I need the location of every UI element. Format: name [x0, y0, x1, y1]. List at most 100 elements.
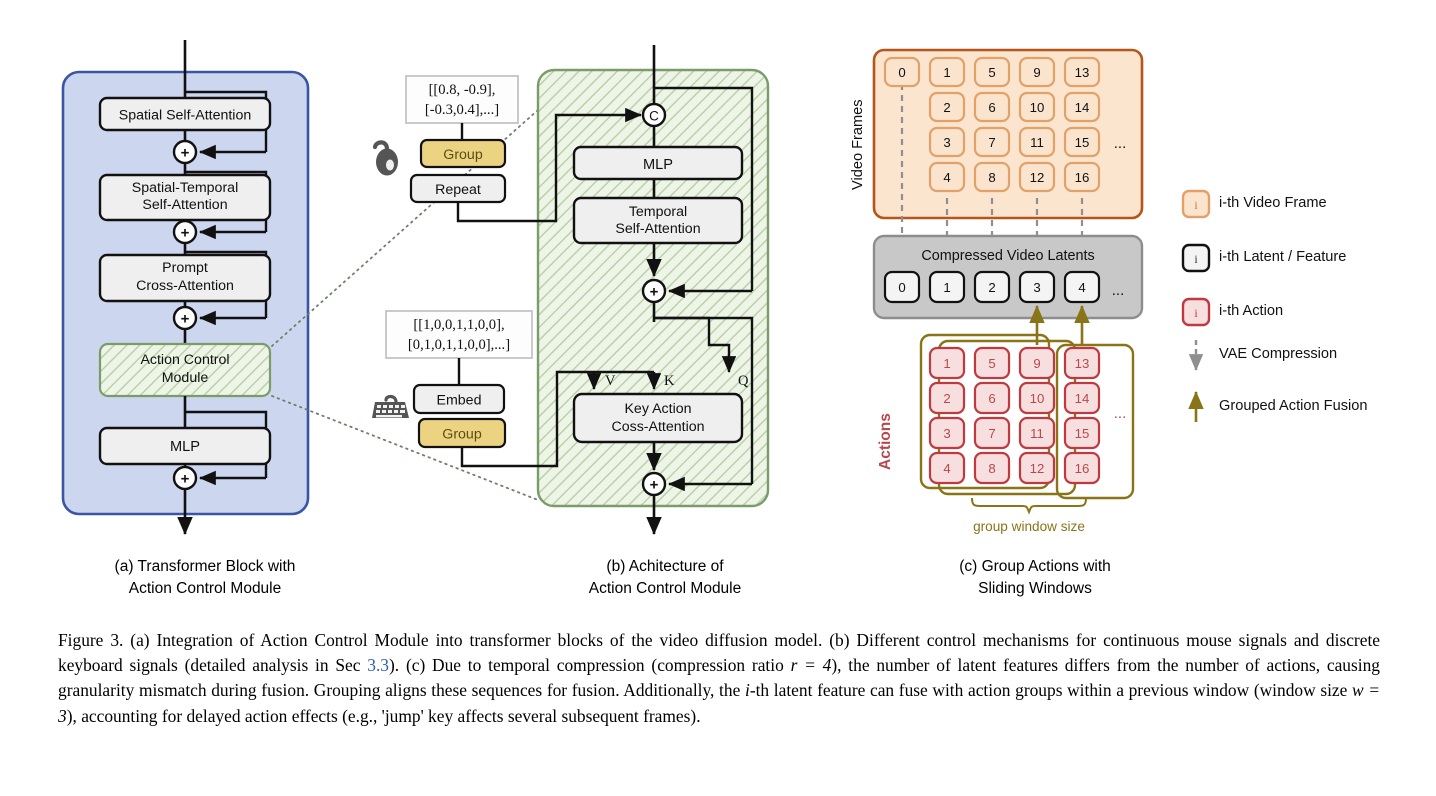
caption-section-link[interactable]: 3.3	[367, 655, 389, 675]
frame-cell-7: 7	[988, 135, 995, 150]
keyboard-array-line1: [[1,0,0,1,1,0,0],	[413, 317, 504, 333]
mouse-array-line1: [[0.8, -0.9],	[429, 82, 496, 98]
keyboard-embed-label: Embed	[437, 393, 482, 409]
frame-cell-1: 1	[943, 65, 950, 80]
plus-icon-a1: +	[181, 145, 190, 162]
panel-b-caption: (b) Achitecture of Action Control Module	[500, 556, 830, 600]
plus-icon-a2: +	[181, 225, 190, 242]
action-cell-14: 14	[1075, 391, 1090, 406]
v-label: V	[605, 373, 616, 389]
latent-cell-4: 4	[1078, 280, 1085, 295]
panel-b-caption-line2: Action Control Module	[588, 580, 742, 597]
action-cell-16: 16	[1075, 461, 1090, 476]
block-kaca-label2: Coss-Attention	[611, 419, 704, 435]
video-frames-label: Video Frames	[850, 99, 866, 190]
block-tsa-label2: Self-Attention	[615, 221, 700, 237]
latents-ellipsis: ...	[1112, 282, 1125, 299]
group-window-label: group window size	[973, 519, 1085, 534]
plus-icon-b1: +	[650, 284, 659, 301]
legend: i i i	[1181, 189, 1211, 422]
action-cell-12: 12	[1030, 461, 1045, 476]
actions-label: Actions	[877, 413, 894, 470]
block-prompt-label1: Prompt	[162, 260, 208, 276]
legend-label-grouped-action-fusion: Grouped Action Fusion	[1219, 398, 1368, 414]
frame-cell-5: 5	[988, 65, 995, 80]
legend-label-vae-compression: VAE Compression	[1219, 346, 1338, 362]
panel-c-caption-line1: (c) Group Actions with	[959, 558, 1111, 575]
mouse-group-label: Group	[443, 147, 483, 163]
action-cell-6: 6	[988, 391, 995, 406]
block-st-label2: Self-Attention	[142, 197, 227, 213]
action-cell-15: 15	[1075, 426, 1090, 441]
keyboard-icon	[372, 394, 409, 418]
frame-cell-14: 14	[1075, 100, 1090, 115]
action-cell-5: 5	[988, 356, 995, 371]
frame-cell-12: 12	[1030, 170, 1045, 185]
caption-part-5: ), accounting for delayed action effects…	[66, 705, 701, 726]
frame-cell-2: 2	[943, 100, 950, 115]
mouse-array-line2: [-0.3,0.4],...]	[425, 102, 499, 118]
panel-a: Spatial Self-Attention + Spatial-Tempora…	[61, 40, 310, 536]
panel-c: Video Frames 0 1 2 3 4 5 6 7 8 9 10 11 1…	[850, 48, 1144, 534]
action-cell-10: 10	[1030, 391, 1045, 406]
figure-caption: Figure 3. (a) Integration of Action Cont…	[58, 628, 1380, 729]
action-cells: 1 2 3 4 5 6 7 8 9 10 11 12 13 14 15 16 .…	[928, 346, 1127, 485]
actions-ellipsis: ...	[1114, 405, 1127, 422]
caption-part-4: -th latent feature can fuse with action …	[749, 680, 1353, 701]
group-window-brace	[971, 497, 1087, 515]
block-tsa-label1: Temporal	[629, 204, 687, 220]
action-cell-9: 9	[1033, 356, 1040, 371]
panel-c-caption-line2: Sliding Windows	[978, 580, 1092, 597]
figure-root: Spatial Self-Attention + Spatial-Tempora…	[0, 0, 1436, 796]
caption-math-r: r = 4	[790, 655, 832, 676]
frame-cell-8: 8	[988, 170, 995, 185]
frame-cell-4: 4	[943, 170, 950, 185]
mouse-icon	[372, 140, 398, 176]
concat-symbol: C	[649, 109, 659, 124]
action-cell-3: 3	[943, 426, 950, 441]
frame-cell-16: 16	[1075, 170, 1090, 185]
action-cell-11: 11	[1030, 426, 1044, 441]
plus-icon-a4: +	[181, 471, 190, 488]
action-cell-8: 8	[988, 461, 995, 476]
latent-cell-2: 2	[988, 280, 995, 295]
keyboard-group-label: Group	[442, 427, 482, 443]
frames-ellipsis: ...	[1114, 135, 1127, 152]
frame-cell-13: 13	[1075, 65, 1090, 80]
action-cell-13: 13	[1075, 356, 1090, 371]
block-mlp-a-label: MLP	[170, 439, 200, 455]
block-kaca-label1: Key Action	[624, 401, 691, 417]
panel-b: [[0.8, -0.9], [-0.3,0.4],...] Group Repe…	[372, 45, 770, 536]
frame-cell-10: 10	[1030, 100, 1045, 115]
panel-c-caption: (c) Group Actions with Sliding Windows	[870, 556, 1200, 600]
legend-label-latent: i-th Latent / Feature	[1219, 249, 1347, 265]
q-label: Q	[738, 373, 749, 389]
block-acm-label2: Module	[162, 370, 209, 386]
action-cell-7: 7	[988, 426, 995, 441]
k-label: K	[664, 373, 675, 389]
panel-a-caption-line2: Action Control Module	[128, 580, 282, 597]
plus-icon-b2: +	[650, 477, 659, 494]
keyboard-array-line2: [0,1,0,1,1,0,0],...]	[408, 337, 510, 353]
frame-cell-11: 11	[1030, 135, 1044, 150]
caption-part-2: ). (c) Due to temporal compression (comp…	[389, 655, 791, 676]
plus-icon-a3: +	[181, 311, 190, 328]
action-cell-1: 1	[943, 356, 950, 371]
panel-a-caption: (a) Transformer Block with Action Contro…	[40, 556, 370, 600]
panel-b-caption-line1: (b) Achitecture of	[606, 558, 724, 575]
latents-label: Compressed Video Latents	[921, 248, 1094, 264]
latent-cell-3: 3	[1033, 280, 1040, 295]
legend-label-video-frame: i-th Video Frame	[1219, 195, 1327, 211]
action-cell-2: 2	[943, 391, 950, 406]
frame-cell-9: 9	[1033, 65, 1040, 80]
latent-cell-1: 1	[943, 280, 950, 295]
frame-cell-6: 6	[988, 100, 995, 115]
mouse-repeat-label: Repeat	[435, 182, 481, 198]
latent-cell-0: 0	[898, 280, 905, 295]
block-prompt-label2: Cross-Attention	[136, 278, 234, 294]
panel-a-caption-line1: (a) Transformer Block with	[114, 558, 296, 575]
frame-cell-15: 15	[1075, 135, 1090, 150]
action-cell-4: 4	[943, 461, 950, 476]
frame-cell-3: 3	[943, 135, 950, 150]
legend-label-action: i-th Action	[1219, 303, 1284, 319]
